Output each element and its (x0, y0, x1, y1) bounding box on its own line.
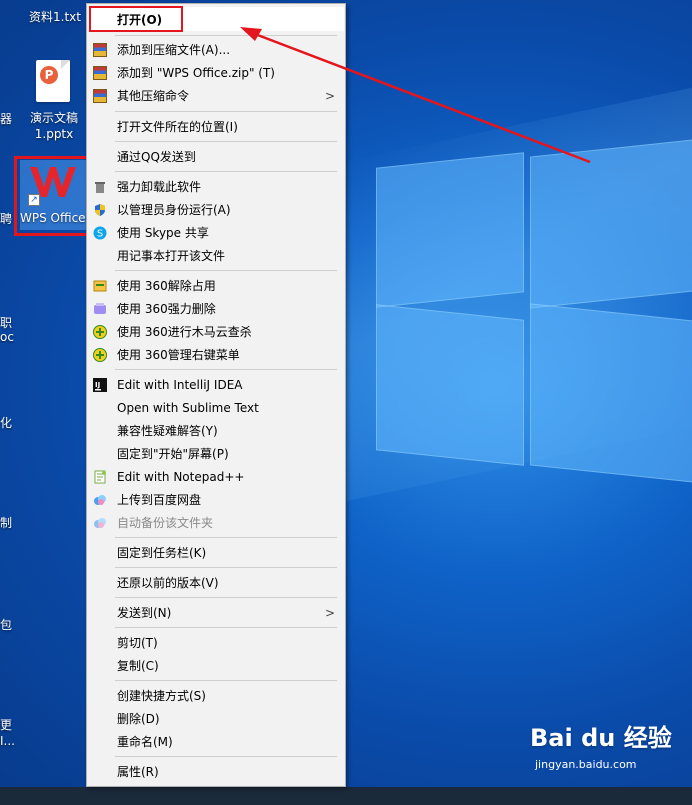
annotation-arrow (240, 27, 591, 164)
baidu-watermark: Bai du 经验 jingyan.baidu.com (530, 718, 672, 771)
baidu-brand: Bai du 经验 (530, 724, 672, 752)
baidu-url: jingyan.baidu.com (535, 758, 637, 771)
